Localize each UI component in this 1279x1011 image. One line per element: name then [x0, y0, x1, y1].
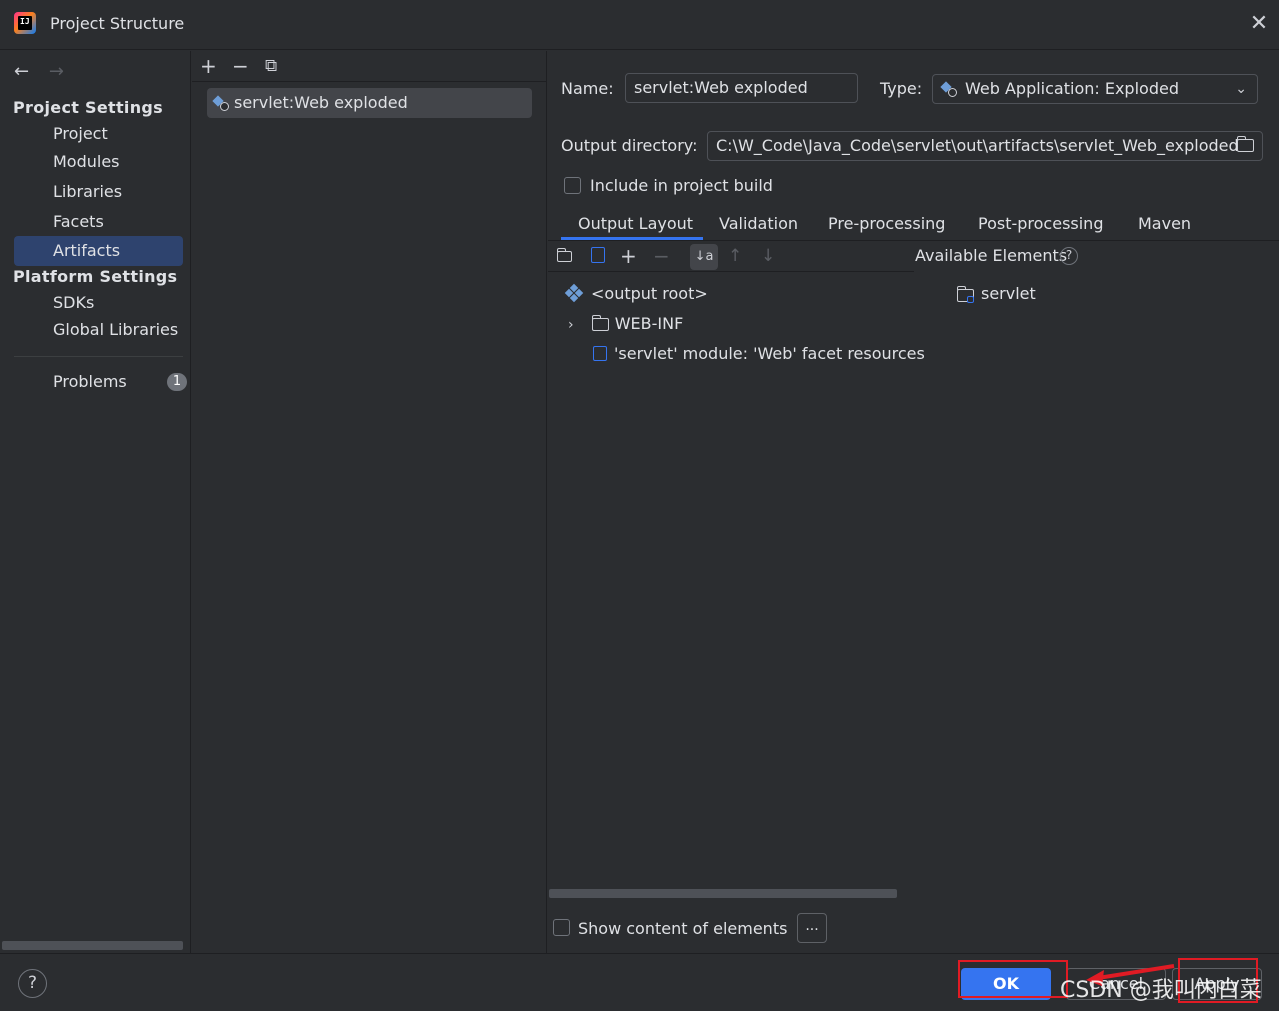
- output-directory-field[interactable]: C:\W_Code\Java_Code\servlet\out\artifact…: [707, 131, 1263, 161]
- title-bar: IJ Project Structure ✕: [0, 0, 1279, 50]
- output-root-icon: [564, 283, 584, 303]
- facet-resources-icon: [593, 346, 607, 361]
- tab-maven[interactable]: Maven: [1138, 214, 1191, 233]
- web-artifact-icon: [940, 81, 957, 97]
- remove-element-icon[interactable]: −: [653, 246, 670, 266]
- web-artifact-icon: [212, 95, 229, 111]
- nav-item-modules[interactable]: Modules: [14, 147, 183, 177]
- artifact-list-item[interactable]: servlet:Web exploded: [207, 88, 532, 118]
- csdn-watermark: CSDN @我叫内白菜: [1060, 978, 1262, 1003]
- move-down-icon[interactable]: ↓: [761, 246, 775, 266]
- back-arrow-icon[interactable]: ←: [14, 61, 29, 82]
- nav-item-libraries[interactable]: Libraries: [14, 177, 183, 207]
- create-directory-icon[interactable]: [556, 248, 572, 262]
- layout-horizontal-scrollbar[interactable]: [549, 889, 897, 898]
- type-label: Type:: [880, 79, 923, 98]
- nav-item-global-libraries[interactable]: Global Libraries: [14, 315, 183, 345]
- name-field[interactable]: servlet:Web exploded: [625, 73, 858, 103]
- show-content-options-button[interactable]: ...: [797, 913, 827, 943]
- nav-item-project[interactable]: Project: [14, 119, 183, 149]
- platform-settings-heading: Platform Settings: [13, 267, 178, 286]
- problems-count-badge: 1: [167, 373, 187, 391]
- output-directory-value: C:\W_Code\Java_Code\servlet\out\artifact…: [716, 136, 1239, 155]
- tab-output-layout[interactable]: Output Layout: [578, 214, 693, 233]
- nav-item-artifacts[interactable]: Artifacts: [14, 236, 183, 266]
- show-content-label: Show content of elements: [578, 919, 788, 938]
- type-value: Web Application: Exploded: [965, 79, 1179, 98]
- ok-highlight-box: [958, 960, 1068, 998]
- type-dropdown[interactable]: Web Application: Exploded ⌄: [932, 74, 1258, 104]
- help-icon[interactable]: ?: [18, 969, 47, 998]
- artifacts-toolbar: + − ⧉: [192, 51, 547, 82]
- tab-validation[interactable]: Validation: [719, 214, 798, 233]
- tree-item-output-root[interactable]: <output root>: [564, 283, 708, 303]
- close-icon[interactable]: ✕: [1249, 13, 1269, 35]
- chevron-right-icon[interactable]: ›: [568, 317, 574, 333]
- move-up-icon[interactable]: ↑: [728, 246, 742, 266]
- create-archive-icon[interactable]: [591, 247, 605, 263]
- show-content-checkbox[interactable]: [553, 919, 570, 936]
- tab-pre-processing[interactable]: Pre-processing: [828, 214, 945, 233]
- tab-post-processing[interactable]: Post-processing: [978, 214, 1103, 233]
- chevron-down-icon: ⌄: [1235, 81, 1247, 97]
- forward-arrow-icon[interactable]: →: [49, 61, 64, 82]
- available-elements-label: Available Elements: [915, 246, 1068, 265]
- include-in-build-checkbox[interactable]: [564, 177, 581, 194]
- add-copy-of-icon[interactable]: +: [620, 246, 637, 266]
- module-badge-icon: [967, 296, 974, 303]
- project-settings-heading: Project Settings: [13, 98, 163, 117]
- copy-icon[interactable]: ⧉: [265, 56, 277, 76]
- artifacts-panel: + − ⧉ servlet:Web exploded: [192, 51, 547, 953]
- artifact-details: Name: servlet:Web exploded Type: Web App…: [548, 51, 1279, 953]
- nav-item-sdks[interactable]: SDKs: [14, 288, 183, 318]
- window-title: Project Structure: [50, 14, 185, 33]
- browse-folder-icon[interactable]: [1236, 136, 1254, 152]
- folder-icon: [591, 315, 609, 331]
- artifact-name: servlet:Web exploded: [234, 93, 408, 112]
- layout-toolbar: + − ↓a ↑ ↓: [548, 241, 914, 272]
- settings-nav: ← → Project Settings Project Modules Lib…: [0, 51, 191, 953]
- nav-item-facets[interactable]: Facets: [14, 207, 183, 237]
- nav-divider: [14, 356, 183, 357]
- include-in-build-label: Include in project build: [590, 176, 773, 195]
- facet-resources-label: 'servlet' module: 'Web' facet resources: [614, 344, 925, 363]
- help-circle-icon[interactable]: ?: [1060, 247, 1078, 265]
- name-label: Name:: [561, 79, 614, 98]
- sort-elements-icon[interactable]: ↓a: [690, 244, 718, 270]
- available-item-servlet[interactable]: servlet: [956, 284, 1036, 303]
- nav-scrollbar[interactable]: [2, 941, 183, 950]
- tree-item-web-inf[interactable]: › WEB-INF: [568, 314, 683, 333]
- remove-icon[interactable]: −: [232, 56, 249, 76]
- servlet-module-label: servlet: [981, 284, 1036, 303]
- add-icon[interactable]: +: [200, 56, 217, 76]
- nav-item-problems[interactable]: Problems: [14, 367, 183, 397]
- web-inf-label: WEB-INF: [614, 314, 684, 333]
- intellij-logo-icon: IJ: [14, 12, 36, 34]
- tree-item-facet-resources[interactable]: 'servlet' module: 'Web' facet resources: [593, 344, 925, 363]
- output-root-label: <output root>: [591, 284, 708, 303]
- output-directory-label: Output directory:: [561, 136, 698, 155]
